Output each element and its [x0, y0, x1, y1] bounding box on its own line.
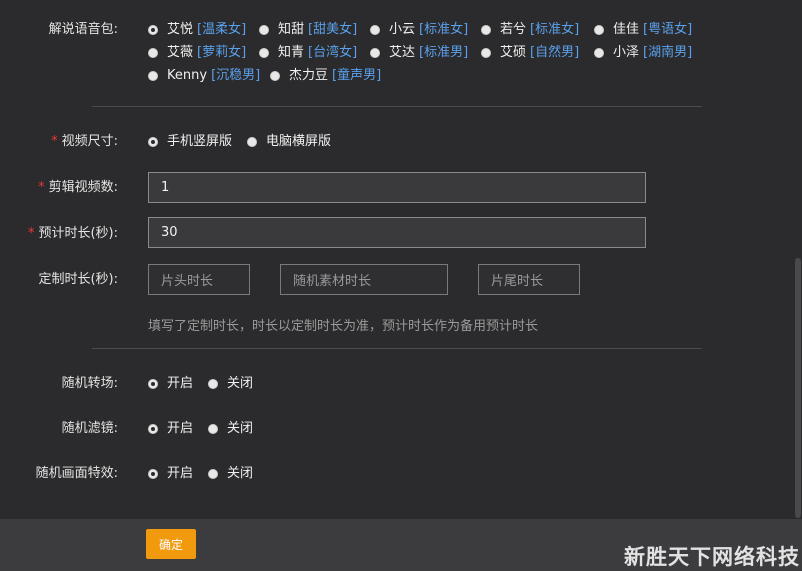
option-label: 手机竖屏版 — [167, 134, 233, 149]
clip-count-input[interactable]: 1 — [148, 172, 646, 203]
voice-tag: [甜美女] — [308, 22, 358, 37]
radio-icon — [148, 469, 158, 479]
random-effects-label: 随机画面特效: — [35, 466, 118, 481]
radio-icon — [270, 71, 280, 81]
option-label: 关闭 — [227, 421, 254, 436]
radio-icon — [208, 379, 218, 389]
option-label: 开启 — [167, 466, 194, 481]
voice-name: 佳佳 — [613, 22, 640, 37]
voice-row-1: 艾悦 [温柔女] 知甜 [甜美女] 小云 [标准女] 若兮 [标准女] 佳佳 [粤语女] — [148, 22, 692, 38]
voice-name: 小云 — [389, 22, 416, 37]
voice-name: 知青 — [278, 45, 305, 60]
voice-tag: [温柔女] — [197, 22, 247, 37]
voice-tag: [萝莉女] — [197, 45, 247, 60]
scrollbar-thumb[interactable] — [795, 258, 801, 518]
video-size-label: * 视频尺寸: — [51, 134, 118, 149]
watermark: 新胜天下网络科技 — [624, 545, 800, 569]
custom-duration-label: 定制时长(秒): — [38, 272, 118, 287]
voice-name: 艾悦 — [167, 22, 194, 37]
voice-tag: [童声男] — [332, 68, 382, 83]
option-label: 开启 — [167, 376, 194, 391]
voice-option-aiwei[interactable]: 艾薇 [萝莉女] — [148, 45, 259, 61]
voice-name: 若兮 — [500, 22, 527, 37]
option-label: 开启 — [167, 421, 194, 436]
voice-option-jielidou[interactable]: 杰力豆 [童声男] — [270, 68, 381, 84]
voice-tag: [粤语女] — [643, 22, 693, 37]
random-filter-off[interactable]: 关闭 — [208, 421, 253, 437]
voice-name: 知甜 — [278, 22, 305, 37]
random-transition-options: 开启 关闭 — [148, 376, 253, 392]
voice-name: 杰力豆 — [289, 68, 329, 83]
radio-icon — [481, 48, 491, 58]
radio-icon — [259, 25, 269, 35]
video-size-portrait[interactable]: 手机竖屏版 — [148, 134, 247, 150]
random-transition-label: 随机转场: — [61, 376, 118, 391]
voice-tag: [台湾女] — [308, 45, 358, 60]
voice-option-aida[interactable]: 艾达 [标准男] — [370, 45, 481, 61]
voice-tag: [沉稳男] — [211, 68, 261, 83]
radio-icon — [247, 137, 257, 147]
voice-name: Kenny — [167, 68, 208, 83]
video-size-options: 手机竖屏版 电脑横屏版 — [148, 134, 331, 150]
random-filter-label: 随机滤镜: — [61, 421, 118, 436]
voice-pack-label: 解说语音包: — [48, 22, 118, 37]
radio-icon — [370, 48, 380, 58]
random-effects-on[interactable]: 开启 — [148, 466, 208, 482]
radio-icon — [148, 137, 158, 147]
voice-tag: [自然男] — [530, 45, 580, 60]
random-filter-on[interactable]: 开启 — [148, 421, 208, 437]
voice-name: 小泽 — [613, 45, 640, 60]
radio-icon — [259, 48, 269, 58]
voice-tag: [标准女] — [419, 22, 469, 37]
divider — [92, 106, 702, 107]
confirm-button[interactable]: 确定 — [146, 529, 196, 559]
radio-icon — [208, 424, 218, 434]
voice-option-xiaoyun[interactable]: 小云 [标准女] — [370, 22, 481, 38]
radio-icon — [148, 379, 158, 389]
head-duration-input[interactable]: 片头时长 — [148, 264, 250, 295]
voice-tag: [湖南男] — [643, 45, 693, 60]
custom-duration-hint: 填写了定制时长，时长以定制时长为准，预计时长作为备用预计时长 — [148, 319, 539, 334]
voice-option-zhitian[interactable]: 知甜 [甜美女] — [259, 22, 370, 38]
voice-tag: [标准男] — [419, 45, 469, 60]
voice-tag: [标准女] — [530, 22, 580, 37]
divider — [92, 348, 702, 349]
voice-row-3: Kenny [沉稳男] 杰力豆 [童声男] — [148, 68, 381, 84]
random-transition-on[interactable]: 开启 — [148, 376, 208, 392]
random-material-duration-input[interactable]: 随机素材时长 — [280, 264, 448, 295]
voice-name: 艾硕 — [500, 45, 527, 60]
radio-icon — [594, 48, 604, 58]
estimated-duration-label: * 预计时长(秒): — [27, 226, 118, 241]
voice-option-aishuo[interactable]: 艾硕 [自然男] — [481, 45, 594, 61]
voice-name: 艾达 — [389, 45, 416, 60]
voice-option-aiyue[interactable]: 艾悦 [温柔女] — [148, 22, 259, 38]
clip-count-label: * 剪辑视频数: — [38, 180, 118, 195]
radio-icon — [148, 25, 158, 35]
radio-icon — [148, 424, 158, 434]
radio-icon — [370, 25, 380, 35]
voice-option-ruoxi[interactable]: 若兮 [标准女] — [481, 22, 594, 38]
estimated-duration-input[interactable]: 30 — [148, 217, 646, 248]
tail-duration-input[interactable]: 片尾时长 — [478, 264, 580, 295]
radio-icon — [148, 48, 158, 58]
voice-name: 艾薇 — [167, 45, 194, 60]
voice-row-2: 艾薇 [萝莉女] 知青 [台湾女] 艾达 [标准男] 艾硕 [自然男] 小泽 [湖南男] — [148, 45, 692, 61]
option-label: 电脑横屏版 — [266, 134, 332, 149]
random-effects-off[interactable]: 关闭 — [208, 466, 253, 482]
radio-icon — [208, 469, 218, 479]
random-filter-options: 开启 关闭 — [148, 421, 253, 437]
voice-option-kenny[interactable]: Kenny [沉稳男] — [148, 68, 270, 84]
random-effects-options: 开启 关闭 — [148, 466, 253, 482]
voice-option-xiaoze[interactable]: 小泽 [湖南男] — [594, 45, 692, 61]
voice-option-jiajia[interactable]: 佳佳 [粤语女] — [594, 22, 692, 38]
option-label: 关闭 — [227, 466, 254, 481]
scrollbar-track[interactable] — [794, 0, 802, 519]
video-size-landscape[interactable]: 电脑横屏版 — [247, 134, 331, 150]
voice-option-zhiqing[interactable]: 知青 [台湾女] — [259, 45, 370, 61]
radio-icon — [594, 25, 604, 35]
random-transition-off[interactable]: 关闭 — [208, 376, 253, 392]
radio-icon — [481, 25, 491, 35]
option-label: 关闭 — [227, 376, 254, 391]
radio-icon — [148, 71, 158, 81]
